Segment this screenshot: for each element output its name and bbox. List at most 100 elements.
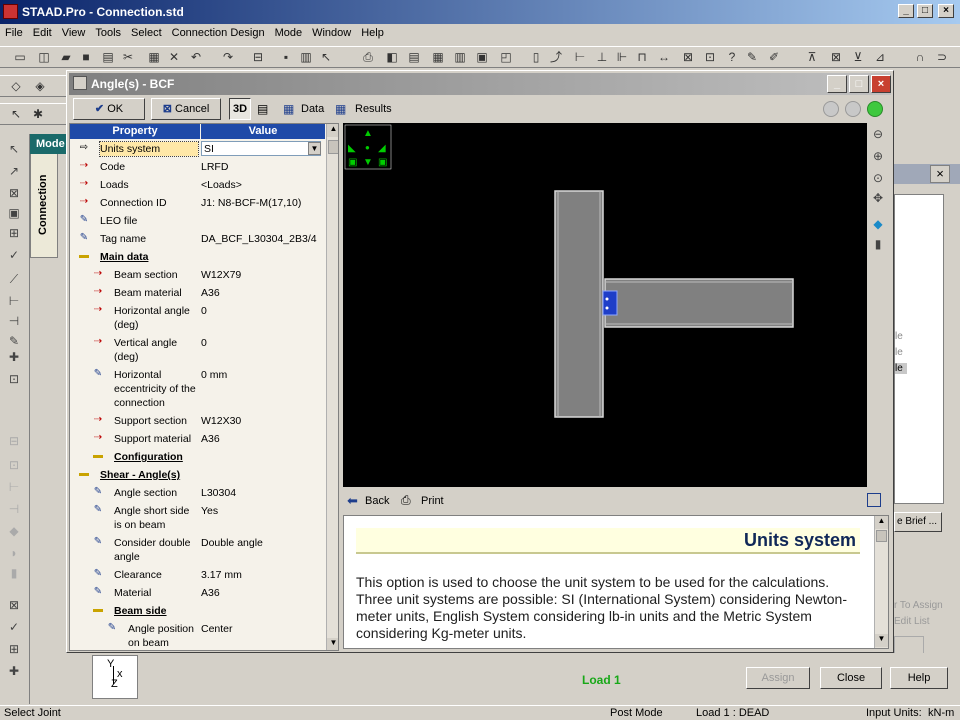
select-line-icon[interactable]: ⟋ (4, 270, 24, 289)
preview-icon[interactable]: ◧ (384, 50, 400, 65)
close-window-button[interactable]: × (938, 4, 954, 18)
property-row[interactable]: ⇢ Beam section W12X79 (70, 266, 326, 284)
menu-mode[interactable]: Mode (270, 24, 308, 39)
property-row[interactable]: ⇢ Horizontal angle (deg) 0 (70, 302, 326, 334)
wireframe-icon[interactable]: ▮ (868, 235, 888, 254)
dialog-minimize-button[interactable]: _ (827, 75, 847, 93)
select-solid-icon[interactable]: ▣ (4, 204, 24, 223)
tab-data[interactable]: Data (301, 103, 324, 115)
window-icon[interactable]: ◰ (498, 50, 514, 65)
dimension-icon[interactable]: ↔ (656, 50, 672, 65)
help-scroll-up-icon[interactable]: ▲ (875, 516, 888, 529)
minimize-button[interactable]: _ (898, 4, 914, 18)
property-row[interactable]: ✎ LEO file (70, 212, 326, 230)
node-icon[interactable]: ⊢ (572, 50, 588, 65)
help-scroll-down-icon[interactable]: ▼ (875, 634, 888, 647)
design-tool-2-icon[interactable]: ✓ (4, 618, 24, 637)
cursor-icon[interactable]: ↖ (8, 107, 24, 122)
nav-up-icon[interactable]: ▲ (363, 128, 373, 139)
menu-file[interactable]: File (0, 24, 28, 39)
help-restore-icon[interactable] (867, 493, 881, 507)
property-row[interactable]: ⇢ Support material A36 (70, 430, 326, 448)
print-icon[interactable]: ▤ (100, 50, 116, 65)
link-icon[interactable]: ⊃ (934, 50, 950, 65)
snap-icon[interactable]: ⊟ (250, 50, 266, 65)
property-row[interactable]: ⇢ Support section W12X30 (70, 412, 326, 430)
angle-plate-shape[interactable] (602, 290, 618, 316)
cancel-button[interactable]: ⊠ Cancel (151, 98, 221, 120)
assign-button[interactable]: Assign (746, 667, 810, 689)
maximize-button[interactable]: □ (917, 4, 933, 18)
property-row[interactable]: ✎ Angle short side is on beam Yes (70, 502, 326, 534)
select-beam-icon[interactable]: ↗ (4, 162, 24, 181)
annotate-icon[interactable]: ✐ (766, 50, 782, 65)
back-button[interactable]: Back (365, 495, 389, 507)
nav-right-icon[interactable]: ◢ (378, 143, 386, 154)
grid-scroll-up-icon[interactable]: ▲ (327, 124, 338, 137)
property-row[interactable]: ⇢ Connection ID J1: N8-BCF-M(17,10) (70, 194, 326, 212)
delete-icon[interactable]: ✕ (166, 50, 182, 65)
member-icon[interactable]: ⊥ (594, 50, 610, 65)
menu-select[interactable]: Select (126, 24, 167, 39)
save-icon[interactable]: ■ (78, 50, 94, 65)
render-icon[interactable]: ◆ (868, 215, 888, 234)
help-scrollbar[interactable]: ▲ ▼ (874, 516, 888, 648)
table-icon[interactable]: ▥ (452, 50, 468, 65)
property-row[interactable]: ⇨ Units system SI ▼ (70, 140, 326, 158)
help-button[interactable]: Help (890, 667, 948, 689)
printer-icon[interactable]: ⎙ (360, 50, 376, 65)
dialog-close-button[interactable]: × (871, 75, 891, 93)
redo-icon[interactable]: ↷ (220, 50, 236, 65)
beam-shape[interactable] (604, 278, 794, 328)
zoom-out-icon[interactable]: ⊖ (868, 125, 888, 144)
print-button[interactable]: Print (421, 495, 444, 507)
pan-icon[interactable]: ✥ (868, 189, 888, 208)
layout-icon[interactable]: ▣ (474, 50, 490, 65)
property-row[interactable]: ⇢ Loads <Loads> (70, 176, 326, 194)
connection-select-icon[interactable]: ⊡ (4, 370, 24, 389)
tab-results[interactable]: Results (355, 103, 392, 115)
select-inline-icon[interactable]: ⊣ (4, 312, 24, 331)
design-tool-3-icon[interactable]: ⊞ (4, 640, 24, 659)
whats-this-icon[interactable]: ? (724, 50, 740, 65)
release-icon[interactable]: ⊿ (872, 50, 888, 65)
paste-icon[interactable]: ▦ (146, 50, 162, 65)
nav-left-icon[interactable]: ◣ (348, 143, 356, 154)
design-tool-1-icon[interactable]: ⊠ (4, 596, 24, 615)
nav-center-icon[interactable]: ● (365, 143, 370, 152)
property-row[interactable]: ▬ Shear - Angle(s) (70, 466, 326, 484)
property-row[interactable]: ✎ Horizontal eccentricity of the connecti… (70, 366, 326, 412)
property-row[interactable]: ✎ Angle section L30304 (70, 484, 326, 502)
select-joint-icon[interactable]: ✓ (4, 246, 24, 265)
chart-icon[interactable]: ▥ (298, 50, 314, 65)
rotate-icon[interactable]: ⤴ (548, 50, 564, 65)
arrow-tool-icon[interactable]: ↖ (318, 50, 334, 65)
draw-icon[interactable]: ✎ (744, 50, 760, 65)
property-row[interactable]: ✎ Clearance 3.17 mm (70, 566, 326, 584)
units-system-dropdown[interactable]: SI (201, 141, 321, 156)
query-icon[interactable]: ⊡ (702, 50, 718, 65)
new-file-icon[interactable]: ▭ (12, 50, 28, 65)
nav-rotate-left-icon[interactable]: ▣ (348, 157, 357, 168)
open-folder-icon[interactable]: ▰ (58, 50, 74, 65)
property-row[interactable]: ✎ Tag name DA_BCF_L30304_2B3/4 (70, 230, 326, 248)
new-icon[interactable]: ◫ (36, 50, 52, 65)
iso-view-icon[interactable]: ◇ (8, 79, 24, 94)
ok-button[interactable]: ✔ OK (73, 98, 145, 120)
grid-scroll-thumb[interactable] (328, 140, 338, 154)
tool-icon[interactable]: ▪ (278, 50, 294, 65)
property-row[interactable]: ⇢ Vertical angle (deg) 0 (70, 334, 326, 366)
brief-button[interactable]: e Brief ... (894, 512, 942, 532)
report-icon[interactable]: ▤ (406, 50, 422, 65)
add-icon[interactable]: ✚ (4, 348, 24, 367)
menu-tools[interactable]: Tools (90, 24, 126, 39)
menu-edit[interactable]: Edit (28, 24, 57, 39)
zoom-in-icon[interactable]: ⊕ (868, 147, 888, 166)
help-scroll-thumb[interactable] (876, 530, 887, 542)
span-icon[interactable]: ⊩ (614, 50, 630, 65)
property-row[interactable]: ▬ Configuration (70, 448, 326, 466)
property-row[interactable]: ▬ Beam side (70, 602, 326, 620)
dialog-maximize-button[interactable]: □ (849, 75, 869, 93)
design-tool-4-icon[interactable]: ✚ (4, 662, 24, 681)
page-icon[interactable]: ▯ (528, 50, 544, 65)
